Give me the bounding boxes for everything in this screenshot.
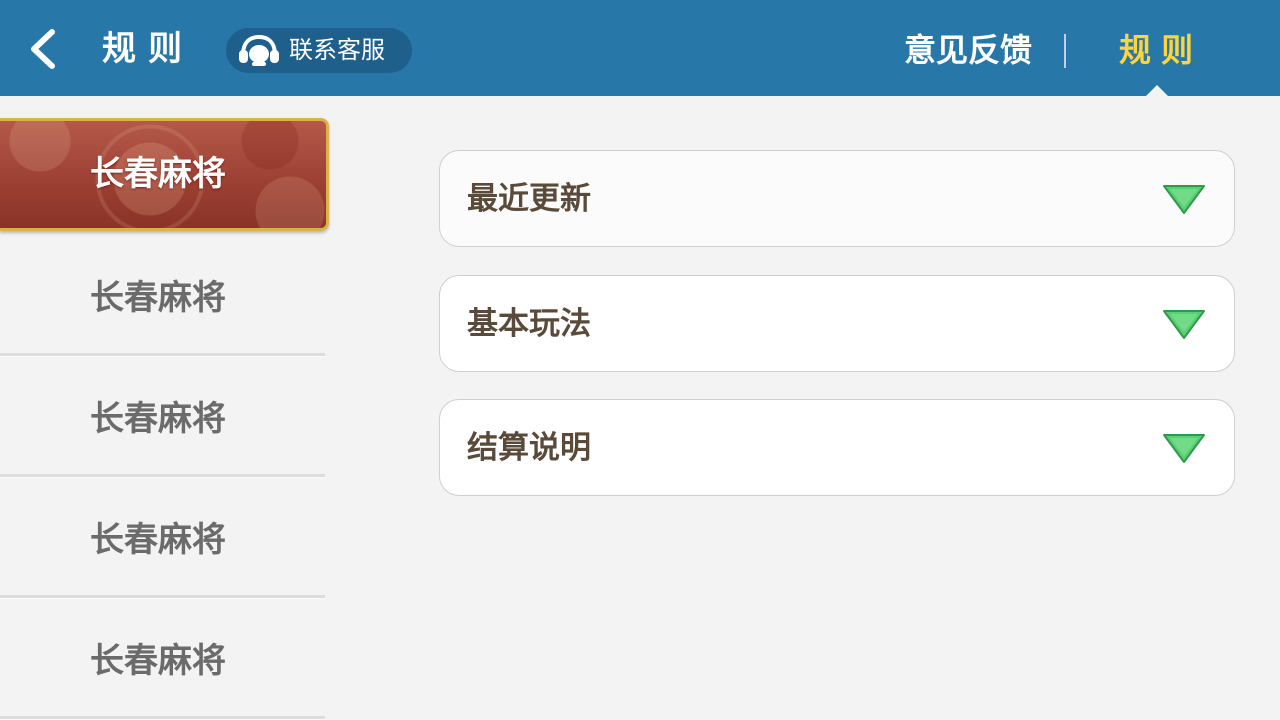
contact-support-button[interactable]: 联系客服	[226, 28, 412, 73]
sidebar-item-label: 长春麻将	[90, 154, 226, 194]
page-title: 规则	[102, 29, 194, 69]
headset-icon	[239, 34, 279, 66]
tab-feedback[interactable]: 意见反馈	[904, 26, 1032, 74]
top-bar: 规则 联系客服 意见反馈 规则	[0, 0, 1280, 96]
sidebar-divider	[0, 353, 325, 357]
sidebar-item-label: 长春麻将	[90, 641, 226, 681]
sidebar-item-changchun-mahjong-3[interactable]: 长春麻将	[0, 360, 325, 478]
sidebar-item-changchun-mahjong-4[interactable]: 长春麻将	[0, 481, 325, 599]
sidebar-item-label: 长春麻将	[90, 520, 226, 560]
section-title: 结算说明	[467, 430, 591, 466]
tab-divider	[1064, 34, 1066, 68]
sidebar-item-changchun-mahjong-5[interactable]: 长春麻将	[0, 602, 325, 720]
triangle-down-icon	[1163, 185, 1205, 214]
section-recent-updates[interactable]: 最近更新	[439, 150, 1235, 247]
contact-support-label: 联系客服	[289, 36, 385, 64]
triangle-down-icon	[1163, 310, 1205, 339]
sidebar-item-changchun-mahjong-2[interactable]: 长春麻将	[0, 239, 325, 357]
section-title: 最近更新	[467, 181, 591, 217]
sidebar-item-label: 长春麻将	[90, 278, 226, 318]
section-basic-gameplay[interactable]: 基本玩法	[439, 275, 1235, 372]
chevron-left-icon	[31, 29, 55, 69]
active-tab-pointer	[1146, 85, 1168, 96]
sidebar-divider	[0, 595, 325, 599]
sidebar-divider	[0, 474, 325, 478]
back-button[interactable]	[24, 26, 64, 72]
tab-rules[interactable]: 规则	[1119, 26, 1203, 74]
section-settlement-rules[interactable]: 结算说明	[439, 399, 1235, 496]
sidebar-item-changchun-mahjong-1[interactable]: 长春麻将	[0, 118, 329, 231]
triangle-down-icon	[1163, 434, 1205, 463]
sidebar-item-label: 长春麻将	[90, 399, 226, 439]
sidebar-divider	[0, 716, 325, 720]
section-title: 基本玩法	[467, 306, 591, 342]
